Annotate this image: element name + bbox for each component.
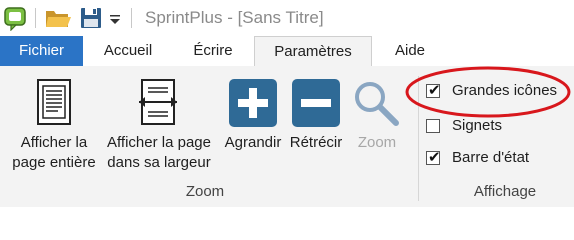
ribbon-tab-bar: Fichier Accueil Écrire Paramètres Aide [0,36,574,67]
title-separator [131,8,132,28]
bookmarks-label: Signets [452,117,503,134]
page-width-label-line1: Afficher la page [107,134,211,151]
display-group-label: Affichage [473,183,537,200]
magnifier-icon [355,82,399,126]
customize-dropdown-icon[interactable] [108,5,122,31]
window-title: SprintPlus - [Sans Titre] [145,8,324,27]
zoom-group-label: Zoom [185,183,225,200]
title-bar: SprintPlus - [Sans Titre] [0,0,574,36]
zoom-out-label: Rétrécir [289,134,343,151]
status-bar-label: Barre d'état [452,149,530,166]
page-width-label-line2: dans sa largeur [107,154,211,171]
checkmark-icon: ✔ [428,149,441,166]
zoom-label: Zoom [357,134,397,151]
app-icon[interactable] [2,5,28,31]
large-icons-label: Grandes icônes [452,82,558,99]
full-page-label-line1: Afficher la [20,134,88,151]
ribbon-panel: Afficher la page entière Afficher la pag… [0,66,574,207]
zoom-in-label: Agrandir [224,134,282,151]
quick-access-separator [35,8,36,28]
open-folder-icon[interactable] [44,5,72,31]
minus-icon [292,79,340,127]
tab-accueil[interactable]: Accueil [88,36,168,66]
status-bar-checkbox[interactable]: ✔ [426,149,441,166]
tab-aide[interactable]: Aide [382,36,438,66]
full-page-icon [37,79,71,125]
save-disk-icon[interactable] [79,5,103,31]
bookmarks-checkbox[interactable] [426,119,440,133]
tab-fichier[interactable]: Fichier [0,36,83,66]
tab-parametres[interactable]: Paramètres [254,36,372,67]
checkmark-icon: ✔ [428,82,441,99]
plus-icon [229,79,277,127]
large-icons-checkbox[interactable]: ✔ [426,82,441,99]
page-width-icon [139,79,177,125]
tab-ecrire[interactable]: Écrire [180,36,246,66]
full-page-label-line2: page entière [12,154,96,171]
group-separator [418,76,419,201]
